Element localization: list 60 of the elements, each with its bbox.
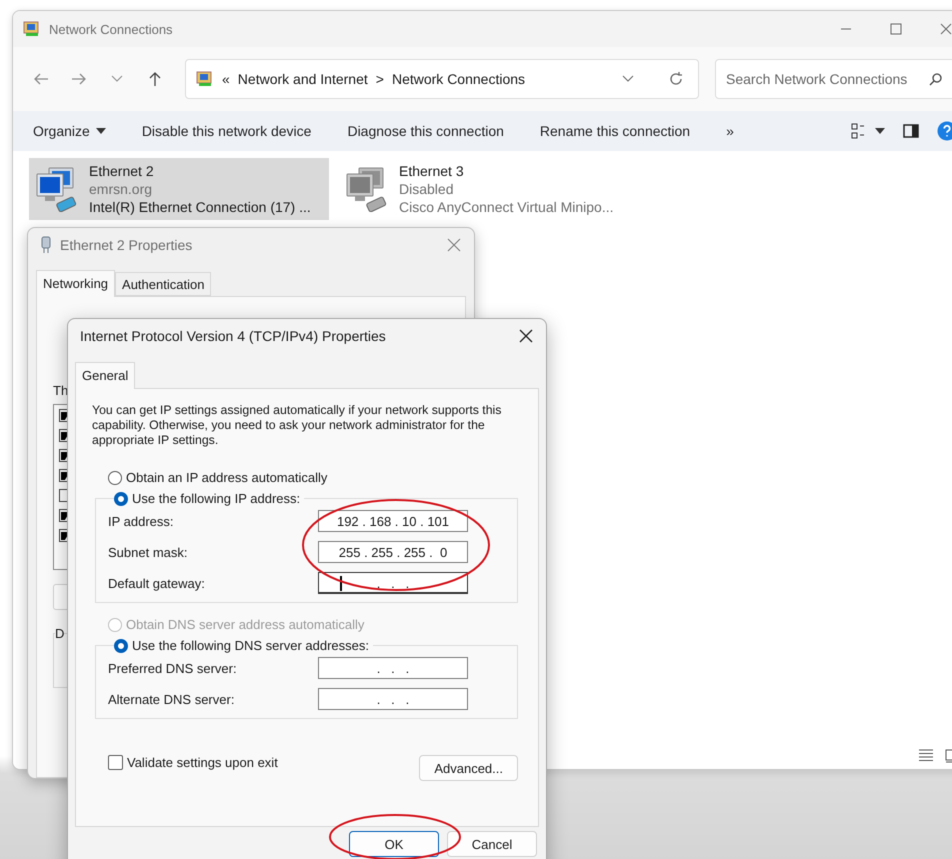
preview-pane-icon[interactable] <box>903 124 919 138</box>
radio-option[interactable]: Obtain an IP address automatically <box>108 470 518 485</box>
toolbar-command[interactable]: Rename this connection <box>540 123 690 139</box>
dialog-title: Ethernet 2 Properties <box>60 237 192 253</box>
group-label: D <box>55 626 64 641</box>
tab[interactable]: Networking <box>36 270 116 297</box>
refresh-icon[interactable] <box>668 71 684 87</box>
ip-address-field[interactable]: . . . <box>318 572 468 594</box>
connection-status: emrsn.org <box>89 181 154 197</box>
window-title: Network Connections <box>49 22 173 36</box>
dialog-button[interactable]: OK <box>349 831 439 857</box>
toolbar-command[interactable]: » <box>726 123 734 139</box>
address-bar[interactable]: « Network and Internet > Network Connections <box>185 59 699 99</box>
radio-option[interactable]: Use the following DNS server addresses: <box>114 638 369 653</box>
maximize-icon[interactable] <box>890 23 902 35</box>
field-label: Alternate DNS server: <box>108 692 236 706</box>
view-options-icon[interactable] <box>851 123 885 139</box>
connection-name: Ethernet 2 <box>89 163 155 179</box>
radio-option[interactable]: Use the following IP address: <box>114 491 300 506</box>
tab[interactable]: Authentication <box>115 272 212 296</box>
intro-text: You can get IP settings assigned automatically if your network supports this capability. Otherwise, you need to ask your network administrator for the appropriate IP settings. <box>92 403 502 448</box>
help-icon[interactable] <box>937 121 952 141</box>
up-arrow-icon[interactable] <box>147 71 163 87</box>
toolbar-command[interactable]: Disable this network device <box>142 123 312 139</box>
back-arrow-icon[interactable] <box>33 71 49 87</box>
chevron-down-icon[interactable] <box>111 75 123 83</box>
toolbar-command[interactable]: Diagnose this connection <box>347 123 504 139</box>
ip-address-field[interactable]: . . . <box>318 688 468 710</box>
close-icon[interactable] <box>519 329 533 343</box>
dialog-title: Internet Protocol Version 4 (TCP/IPv4) Properties <box>80 328 386 344</box>
breadcrumb-item[interactable]: Network Connections <box>392 71 526 87</box>
breadcrumb-overflow[interactable]: « <box>222 71 230 87</box>
adapter-name: Intel(R) Ethernet Connection (17) ... <box>89 199 311 215</box>
field-label: IP address: <box>108 514 175 528</box>
advanced-button[interactable]: Advanced... <box>419 755 518 781</box>
ip-address-field[interactable]: 255 . 255 . 255 . 0 <box>318 541 468 563</box>
network-adapter-icon <box>40 236 52 254</box>
breadcrumb-item[interactable]: Network and Internet <box>238 71 368 87</box>
details-view-icon[interactable] <box>919 749 933 761</box>
dropdown-caret-icon[interactable] <box>622 75 634 83</box>
caret-icon <box>96 128 106 134</box>
forward-arrow-icon[interactable] <box>71 71 87 87</box>
connection-item[interactable]: Ethernet 2 emrsn.org Intel(R) Ethernet Connection (17) ... <box>29 158 329 220</box>
ip-address-field[interactable]: 192 . 168 . 10 . 101 <box>318 510 468 532</box>
network-folder-icon <box>196 70 214 88</box>
validate-checkbox[interactable]: Validate settings upon exit <box>108 754 278 770</box>
tab[interactable]: General <box>75 362 136 389</box>
dialog-button[interactable]: Cancel <box>447 831 537 857</box>
toolbar-command[interactable]: Organize <box>33 123 106 139</box>
search-icon <box>929 72 943 86</box>
field-label: Subnet mask: <box>108 544 188 560</box>
breadcrumb-separator: > <box>376 71 384 87</box>
network-folder-icon <box>23 20 41 38</box>
connection-status: Disabled <box>399 181 454 197</box>
search-field[interactable]: Search Network Connections <box>715 59 952 99</box>
field-label: Default gateway: <box>108 576 206 590</box>
ip-address-field[interactable]: . . . <box>318 657 468 679</box>
adapter-name: Cisco AnyConnect Virtual Minipo... <box>399 199 614 215</box>
connection-name: Ethernet 3 <box>399 163 465 179</box>
field-label: Preferred DNS server: <box>108 660 238 676</box>
